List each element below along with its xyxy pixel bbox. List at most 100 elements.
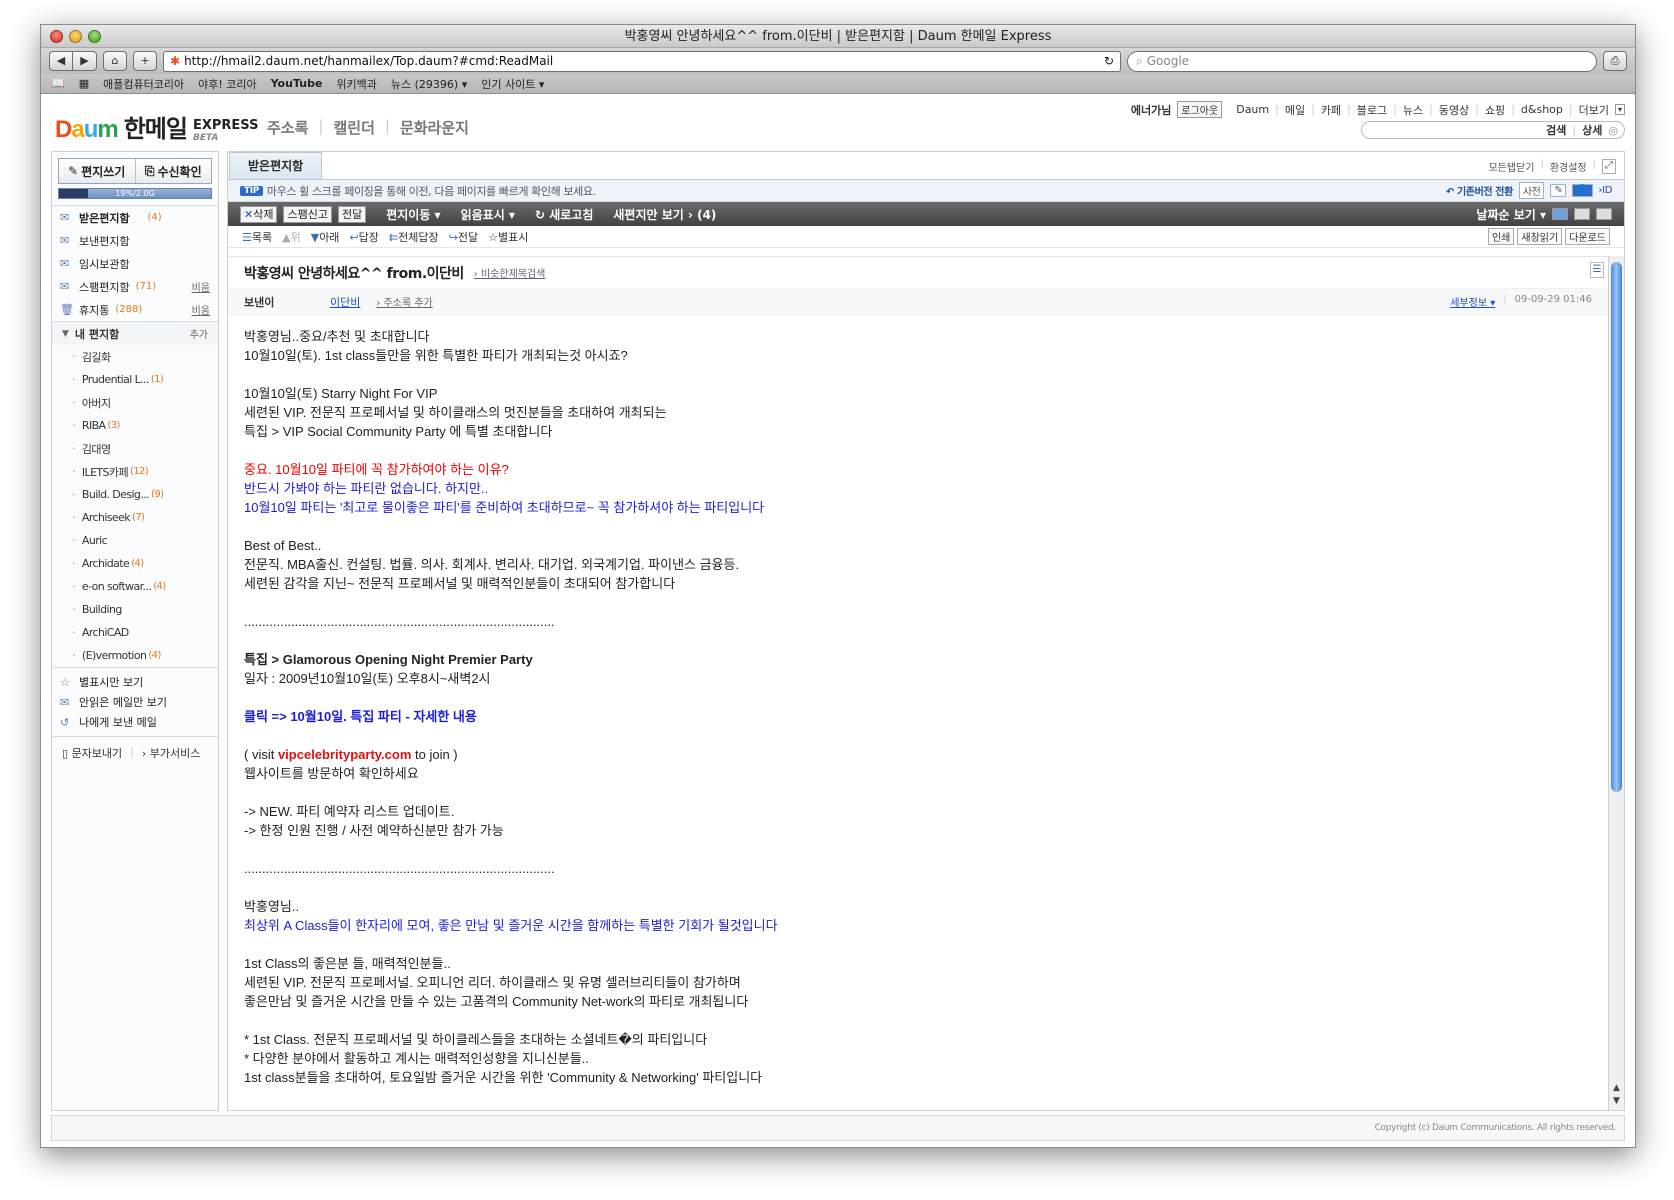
list-item[interactable]: · 아버지 <box>52 391 218 414</box>
old-version-link[interactable]: ↶ 기존버전 전환 <box>1446 183 1513 198</box>
util-link-more[interactable]: 더보기 <box>1579 102 1609 118</box>
list-item[interactable]: · Prudential L... (1) <box>52 368 218 391</box>
report-spam-button[interactable]: 스팸신고 <box>283 205 332 223</box>
logout-button[interactable]: 로그아웃 <box>1177 101 1223 118</box>
sms-link[interactable]: ▯ 문자보내기 <box>62 745 122 761</box>
list-item[interactable]: · Build. Desig... (9) <box>52 483 218 506</box>
top-sites-grid-icon[interactable]: ▦ <box>79 77 89 90</box>
list-item[interactable]: · Building <box>52 598 218 621</box>
new-window-button[interactable]: 새창읽기 <box>1517 228 1563 245</box>
detail-toggle-icon[interactable]: ◎ <box>1608 124 1618 137</box>
id-link[interactable]: ›ID <box>1599 185 1613 196</box>
unread-only-link[interactable]: ✉ 안읽은 메일만 보기 <box>52 692 218 712</box>
pen-icon[interactable]: ✎ <box>1550 184 1567 197</box>
list-item[interactable]: · ILETS카페 (12) <box>52 460 218 483</box>
similar-subject-search-link[interactable]: › 비슷한제목검색 <box>474 265 546 280</box>
site-search-field[interactable]: 검색 | 상세 ◎ <box>1361 121 1625 139</box>
compose-button[interactable]: ✎ 편지쓰기 <box>59 159 135 183</box>
my-folders-header[interactable]: ▼ 내 편지함 추가 <box>52 321 218 345</box>
triangle-down-icon[interactable]: ▼ <box>62 329 69 339</box>
sender-name[interactable]: 이단비 <box>330 294 360 310</box>
bookmark-item[interactable]: 인기 사이트 ▾ <box>481 76 544 92</box>
mark-read-dropdown[interactable]: 읽음표시 ▾ <box>461 206 515 223</box>
menu-calendar[interactable]: 캘린더 <box>333 117 374 138</box>
delete-button[interactable]: ✕삭제 <box>240 205 278 223</box>
util-link-daum[interactable]: Daum <box>1236 103 1269 116</box>
sidebar-item-spam[interactable]: ✉ 스팸편지함 (71) 비움 <box>52 275 218 298</box>
detail-search-button[interactable]: 상세 <box>1582 122 1602 138</box>
home-button[interactable]: ⌂ <box>103 51 127 71</box>
list-item[interactable]: · RIBA (3) <box>52 414 218 437</box>
util-link-cafe[interactable]: 카페 <box>1321 102 1341 118</box>
util-link-shopping[interactable]: 쇼핑 <box>1485 102 1505 118</box>
reply-all-button[interactable]: ⇇전체답장 <box>389 229 439 245</box>
reload-icon[interactable]: ↻ <box>1104 54 1114 68</box>
view-column-icon[interactable] <box>1596 208 1612 220</box>
refresh-button[interactable]: ↻ 새로고침 <box>535 206 593 223</box>
print-button[interactable]: ⎙ <box>1603 51 1627 71</box>
list-item[interactable]: · Archidate (4) <box>52 552 218 575</box>
sidebar-item-trash[interactable]: 🗑 휴지통 (288) 비움 <box>52 298 218 321</box>
addon-services-link[interactable]: › 부가서비스 <box>142 745 201 761</box>
list-item[interactable]: · (E)vermotion (4) <box>52 644 218 667</box>
sort-dropdown[interactable]: 날짜순 보기 ▾ <box>1476 206 1546 223</box>
site-search-button[interactable]: 검색 <box>1546 122 1566 138</box>
bookmark-item[interactable]: 애플컴퓨터코리아 <box>103 76 184 92</box>
new-only-button[interactable]: 새편지만 보기 › (4) <box>613 206 716 223</box>
sent-to-me-link[interactable]: ↺ 나에게 보낸 메일 <box>52 712 218 732</box>
reply-button[interactable]: ↩답장 <box>349 229 378 245</box>
close-window-button[interactable] <box>50 30 63 43</box>
scroll-arrows[interactable]: ▲ ▼ <box>1609 1082 1624 1108</box>
menu-culture-lounge[interactable]: 문화라운지 <box>400 117 469 138</box>
dictionary-button[interactable]: 사전 <box>1518 182 1545 199</box>
forward-button[interactable]: ▶ <box>73 51 97 71</box>
scrollbar-thumb[interactable] <box>1611 262 1622 792</box>
starred-only-link[interactable]: ☆ 별표시만 보기 <box>52 672 218 692</box>
address-bar[interactable]: ✱ http://hmail2.daum.net/hanmailex/Top.d… <box>163 50 1121 72</box>
zoom-window-button[interactable] <box>88 30 101 43</box>
mail-scrollbar[interactable]: ▲ ▼ <box>1608 256 1624 1110</box>
menu-address-book[interactable]: 주소록 <box>267 117 308 138</box>
tab-inbox[interactable]: 받은편지함 <box>229 152 323 179</box>
util-link-blog[interactable]: 블로그 <box>1357 102 1387 118</box>
chevron-down-icon[interactable]: ▾ <box>1614 104 1625 115</box>
back-button[interactable]: ◀ <box>49 51 73 71</box>
util-link-video[interactable]: 동영상 <box>1439 102 1469 118</box>
sidebar-item-drafts[interactable]: ✉ 임시보관함 <box>52 252 218 275</box>
bookmark-item[interactable]: 야후! 코리아 <box>198 76 257 92</box>
minimize-window-button[interactable] <box>69 30 82 43</box>
prev-mail-button[interactable]: ▲위 <box>282 229 301 245</box>
util-link-news[interactable]: 뉴스 <box>1403 102 1423 118</box>
profile-icon[interactable]: 👤 <box>1572 184 1593 197</box>
list-item[interactable]: · Auric <box>52 529 218 552</box>
forward-button[interactable]: 전달 <box>337 205 367 223</box>
sidebar-item-sent[interactable]: ✉ 보낸편지함 <box>52 229 218 252</box>
browser-search-field[interactable]: ⌕ Google <box>1127 50 1597 72</box>
list-item[interactable]: · Archiseek (7) <box>52 506 218 529</box>
bookmark-item[interactable]: YouTube <box>271 77 323 90</box>
add-folder-button[interactable]: 추가 <box>190 326 208 341</box>
star-button[interactable]: ☆별표시 <box>488 229 528 245</box>
list-toggle-icon[interactable]: ☰ <box>1590 262 1604 278</box>
daum-hanmail-logo[interactable]: Daum 한메일 EXPRESS BETA <box>55 109 258 144</box>
read-receipt-button[interactable]: ⎘ 수신확인 <box>134 159 212 183</box>
forward-mail-button[interactable]: ↪전달 <box>449 229 478 245</box>
list-item[interactable]: · 김대영 <box>52 437 218 460</box>
empty-trash-button[interactable]: 비움 <box>192 302 210 317</box>
move-mail-dropdown[interactable]: 편지이동 ▾ <box>386 206 440 223</box>
list-button[interactable]: ☰목록 <box>242 229 272 245</box>
util-link-mail[interactable]: 메일 <box>1285 102 1305 118</box>
list-item[interactable]: · e-on softwar... (4) <box>52 575 218 598</box>
add-bookmark-button[interactable]: + <box>133 51 157 71</box>
party-website-link[interactable]: vipcelebrityparty.com <box>278 747 415 762</box>
bookmarks-book-icon[interactable]: 📖 <box>51 77 65 90</box>
bookmark-item[interactable]: 뉴스 (29396) ▾ <box>391 76 467 92</box>
settings-link[interactable]: 환경설정 <box>1550 159 1587 174</box>
empty-spam-button[interactable]: 비움 <box>192 279 210 294</box>
add-to-contacts-link[interactable]: › 주소록 추가 <box>376 294 432 309</box>
view-list-icon[interactable] <box>1574 208 1590 220</box>
bookmark-item[interactable]: 위키백과 <box>336 76 376 92</box>
sidebar-item-inbox[interactable]: ✉ 받은편지함 (4) <box>52 206 218 229</box>
details-dropdown[interactable]: 세부정보 ▾ <box>1450 294 1495 309</box>
util-link-dshop[interactable]: d&shop <box>1521 103 1563 116</box>
